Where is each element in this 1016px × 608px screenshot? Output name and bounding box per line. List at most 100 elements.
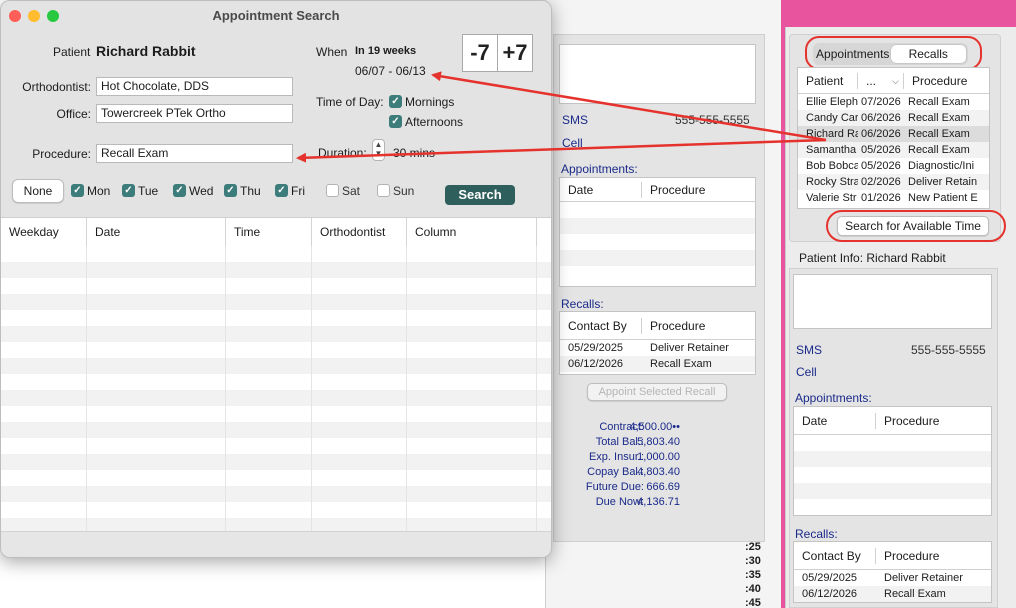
financial-value: 4,500.00•• <box>629 421 680 433</box>
list-item[interactable]: Valerie Str 01/2026 New Patient E <box>798 190 989 206</box>
appoint-selected-recall-button[interactable]: Appoint Selected Recall <box>587 383 727 401</box>
day-checkbox-sat[interactable] <box>326 184 339 197</box>
column-header-procedure[interactable]: Procedure <box>904 73 989 89</box>
time-slot-label: :35 <box>745 569 761 581</box>
list-patient: Candy Car <box>806 112 858 124</box>
when-value: In 19 weeks <box>355 45 417 57</box>
day-checkbox-mon[interactable]: ✓ <box>71 184 84 197</box>
table-row[interactable] <box>1 262 551 278</box>
middle-cell-label: Cell <box>562 136 583 150</box>
column-header-procedure[interactable]: Procedure <box>642 182 755 198</box>
column-header-procedure[interactable]: Procedure <box>642 318 755 334</box>
column-header-date[interactable]: Date <box>87 218 226 246</box>
office-field[interactable]: Towercreek PTek Ortho <box>96 104 293 123</box>
list-procedure: Recall Exam <box>908 96 970 108</box>
none-days-button[interactable]: None <box>12 179 64 203</box>
duration-label: Duration: <box>318 146 367 160</box>
middle-sms-phone: 555-555-5555 <box>675 113 750 127</box>
list-procedure: Deliver Retain <box>908 176 978 188</box>
minus-week-button[interactable]: -7 <box>462 34 498 72</box>
table-row[interactable]: 05/29/2025 Deliver Retainer <box>560 340 755 356</box>
procedure-label: Procedure: <box>32 147 91 161</box>
column-header-procedure[interactable]: Procedure <box>876 548 991 564</box>
list-item[interactable]: Candy Car 06/2026 Recall Exam <box>798 110 989 126</box>
list-patient: Rocky Stra <box>806 176 858 188</box>
day-label-thu: Thu <box>240 184 261 198</box>
middle-recalls-table[interactable]: Contact By Procedure 05/29/2025 Deliver R… <box>559 311 756 375</box>
time-of-day-label: Time of Day: <box>316 95 384 109</box>
financial-value: 4,136.71 <box>637 496 680 508</box>
column-header-patient[interactable]: Patient <box>798 72 858 89</box>
recall-patient-list[interactable]: Patient ... ⌵ Procedure Ellie Eleph 07/20… <box>797 67 990 209</box>
patient-label: Patient <box>53 45 91 59</box>
minimize-window-icon[interactable] <box>28 10 40 22</box>
time-slot-label: :45 <box>745 597 761 608</box>
plus-week-button[interactable]: +7 <box>497 34 533 72</box>
list-patient: Ellie Eleph <box>806 96 858 108</box>
financial-value: 5,803.40 <box>637 436 680 448</box>
table-row[interactable] <box>1 326 551 342</box>
column-header-date[interactable]: ... ⌵ <box>858 72 904 89</box>
list-item[interactable]: Samantha 05/2026 Recall Exam <box>798 142 989 158</box>
day-checkbox-sun[interactable] <box>377 184 390 197</box>
right-appointments-table[interactable]: Date Procedure <box>793 406 992 516</box>
table-row[interactable] <box>1 294 551 310</box>
right-photo-box <box>793 274 992 329</box>
right-recalls-table[interactable]: Contact By Procedure 05/29/2025 Deliver R… <box>793 541 992 603</box>
window-title: Appointment Search <box>1 1 551 31</box>
table-row[interactable]: 06/12/2026 Recall Exam <box>560 356 755 372</box>
column-header-date[interactable]: Date <box>560 181 642 198</box>
table-row[interactable] <box>1 358 551 374</box>
column-header-contact-by[interactable]: Contact By <box>794 547 876 564</box>
list-item[interactable]: Rocky Stra 02/2026 Deliver Retain <box>798 174 989 190</box>
list-item[interactable]: Bob Bobca 05/2026 Diagnostic/Ini <box>798 158 989 174</box>
column-header-contact-by[interactable]: Contact By <box>560 317 642 334</box>
window-footer <box>1 531 551 557</box>
patient-info-label: Patient Info: Richard Rabbit <box>799 251 946 265</box>
annotation-circle-search-button <box>826 210 1006 242</box>
list-date: 01/2026 <box>861 192 901 204</box>
middle-appointments-table[interactable]: Date Procedure <box>559 177 756 287</box>
list-patient: Richard Ra <box>806 128 858 140</box>
day-checkbox-thu[interactable]: ✓ <box>224 184 237 197</box>
time-slot-label: :30 <box>745 555 761 567</box>
mornings-checkbox[interactable]: ✓ <box>389 95 402 108</box>
day-checkbox-fri[interactable]: ✓ <box>275 184 288 197</box>
table-row[interactable] <box>1 454 551 470</box>
list-date: 02/2026 <box>861 176 901 188</box>
orthodontist-field[interactable]: Hot Chocolate, DDS <box>96 77 293 96</box>
day-checkbox-wed[interactable]: ✓ <box>173 184 186 197</box>
list-patient: Bob Bobca <box>806 160 858 172</box>
table-row[interactable] <box>1 390 551 406</box>
close-window-icon[interactable] <box>9 10 21 22</box>
results-table[interactable]: Weekday Date Time Orthodontist Column <box>1 217 551 534</box>
appointment-search-window: Appointment Search Patient Richard Rabbi… <box>0 0 552 558</box>
column-header-procedure[interactable]: Procedure <box>876 413 991 429</box>
table-row[interactable]: 05/29/2025 Deliver Retainer <box>794 570 991 586</box>
search-button[interactable]: Search <box>445 185 515 205</box>
duration-value: 30 mins <box>393 146 436 160</box>
office-label: Office: <box>56 107 91 121</box>
time-slot-label: :25 <box>745 541 761 553</box>
table-row[interactable] <box>1 486 551 502</box>
table-row[interactable] <box>1 422 551 438</box>
middle-recalls-label: Recalls: <box>561 297 604 311</box>
column-header-date[interactable]: Date <box>794 412 876 429</box>
list-item[interactable]: Richard Ra 06/2026 Recall Exam <box>798 126 989 142</box>
table-row[interactable]: 06/12/2026 Recall Exam <box>794 586 991 602</box>
financial-value: 1,000.00 <box>637 451 680 463</box>
financial-value: 4,803.40 <box>637 466 680 478</box>
afternoons-checkbox[interactable]: ✓ <box>389 115 402 128</box>
column-header-weekday[interactable]: Weekday <box>1 218 87 246</box>
column-header-time[interactable]: Time <box>226 218 312 246</box>
list-patient: Samantha <box>806 144 857 156</box>
zoom-window-icon[interactable] <box>47 10 59 22</box>
procedure-field[interactable]: Recall Exam <box>96 144 293 163</box>
day-checkbox-tue[interactable]: ✓ <box>122 184 135 197</box>
column-header-column[interactable]: Column <box>407 218 537 246</box>
time-slot-label: :40 <box>745 583 761 595</box>
chevron-down-icon: ⌵ <box>892 75 899 86</box>
column-header-orthodontist[interactable]: Orthodontist <box>312 218 407 246</box>
duration-stepper[interactable]: ▲ ▼ <box>372 139 385 161</box>
list-item[interactable]: Ellie Eleph 07/2026 Recall Exam <box>798 94 989 110</box>
